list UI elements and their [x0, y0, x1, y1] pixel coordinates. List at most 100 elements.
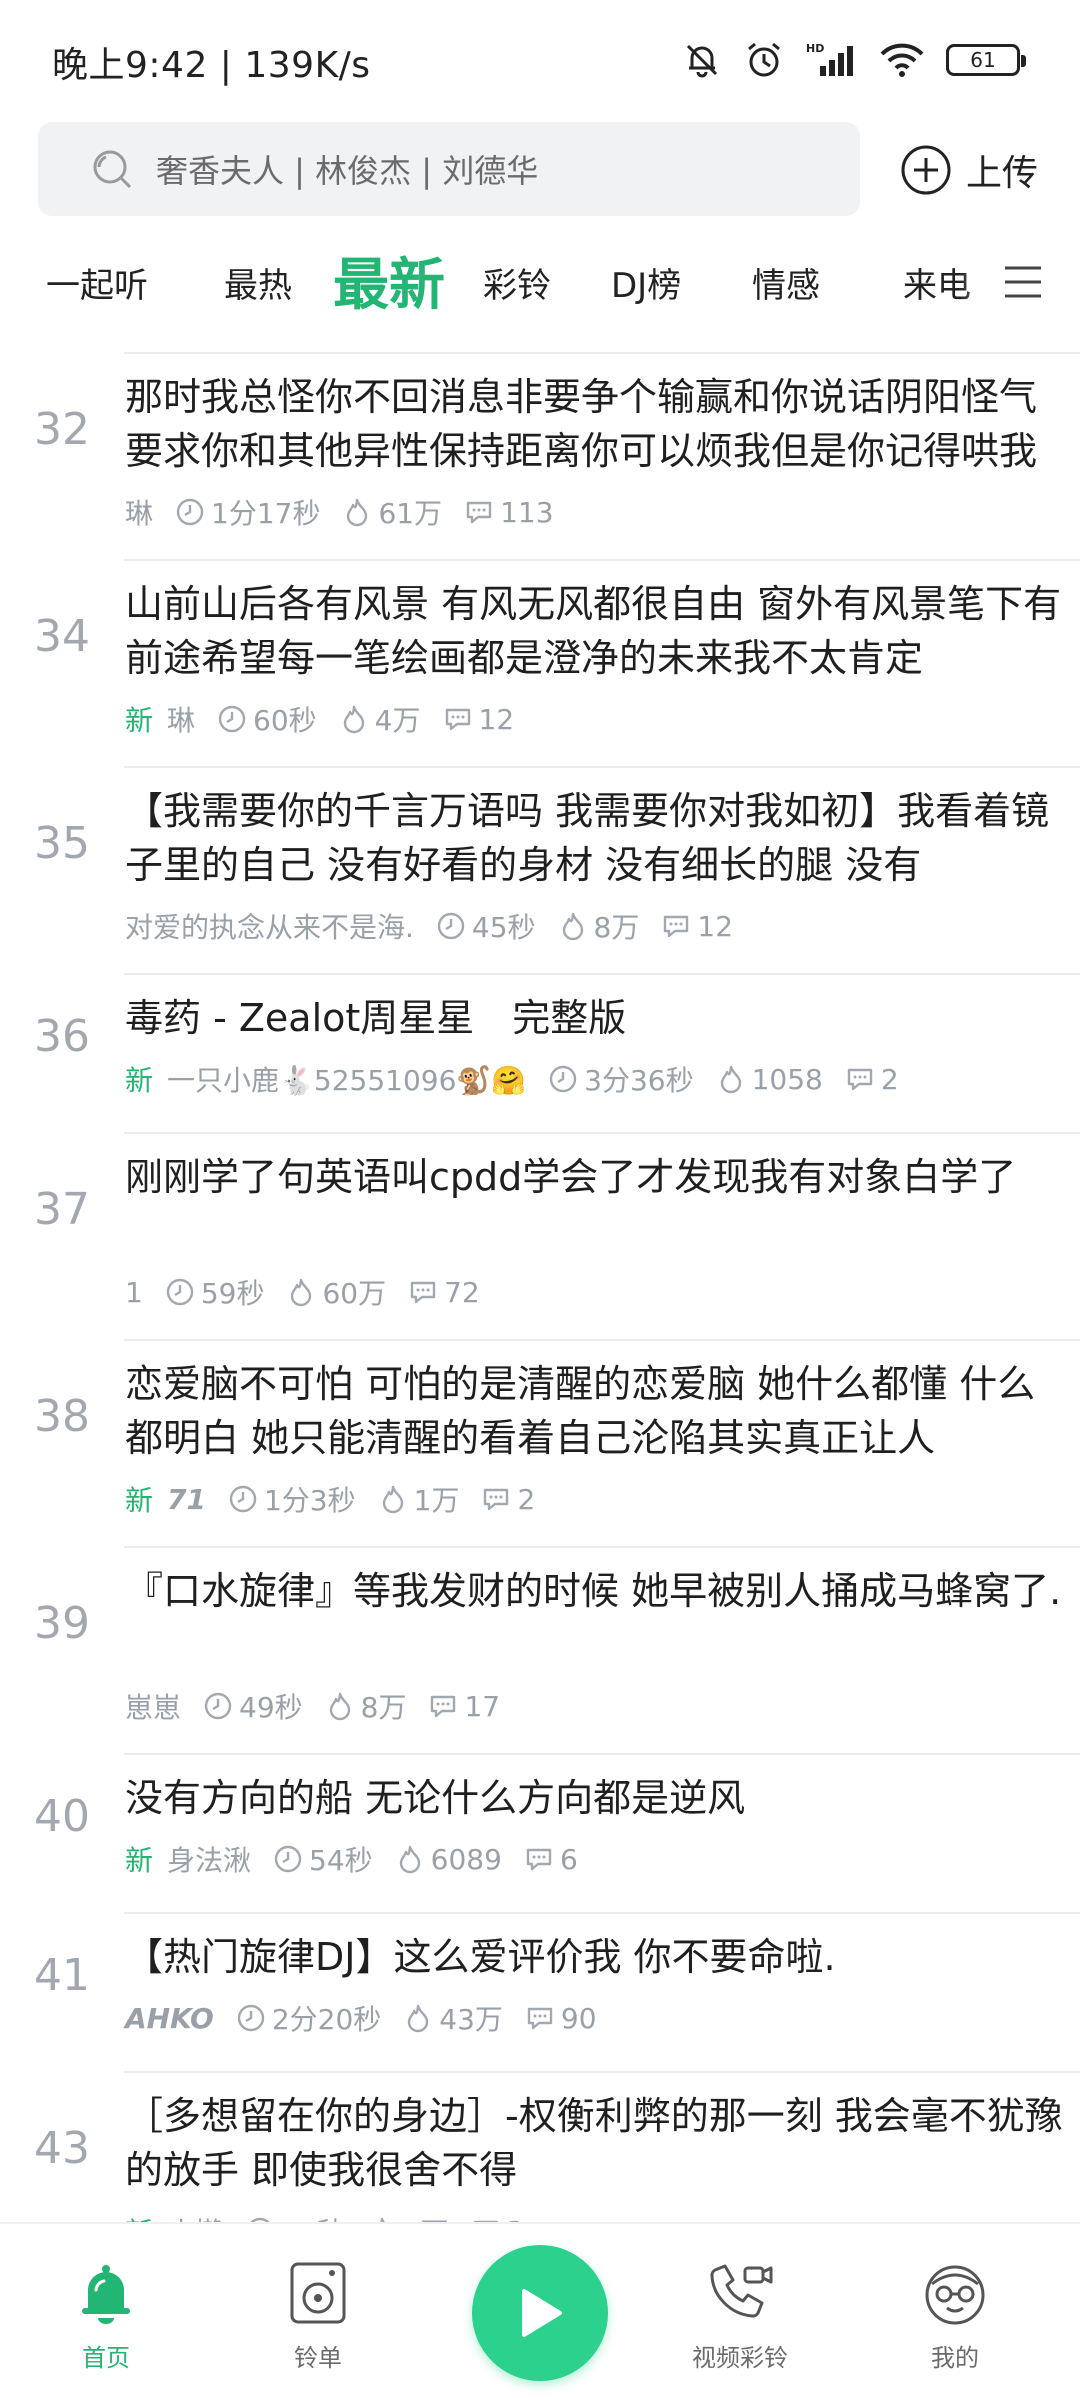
clock-icon [229, 1485, 257, 1513]
upload-label: 上传 [966, 153, 1039, 194]
rank-number: 37 [34, 1184, 90, 1235]
heat-count-stat: 8万 [325, 1686, 406, 1726]
phone-video-icon [710, 2264, 773, 2318]
new-badge: 新 [125, 1064, 154, 1097]
author-name: 一只小鹿🐇52551096🐒🤗 [167, 1064, 527, 1097]
nav-ringlist[interactable]: 铃单 [248, 2260, 388, 2373]
duration-stat: 44秒 [245, 2211, 345, 2222]
comment-count: 2 [517, 1482, 536, 1516]
flame-icon [382, 1485, 403, 1514]
list-item[interactable]: 43 ［多想留在你的身边］-权衡利弊的那一刻 我会毫不犹豫的放手 即使我很舍不得新… [0, 2071, 1080, 2222]
list-item[interactable]: 38 恋爱脑不可怕 可怕的是清醒的恋爱脑 她什么都懂 什么都明白 她只能清醒的看着… [0, 1339, 1080, 1546]
nav-home-label: 首页 [82, 2344, 130, 2372]
heat-count: 1万 [413, 1484, 460, 1517]
list-item[interactable]: 41 【热门旋律DJ】这么爱评价我 你不要命啦. AHKO 2分20秒 43万 90 [0, 1912, 1080, 2071]
item-title: ［多想留在你的身边］-权衡利弊的那一刻 我会毫不犹豫的放手 即使我很舍不得 [125, 2094, 1063, 2192]
item-meta: 新 71 1分3秒 1万 2 [125, 1479, 557, 1519]
hd-signal-icon: HD [806, 42, 853, 76]
avatar-glasses-icon [925, 2265, 985, 2325]
author-name: 身法湫 [167, 1844, 252, 1877]
heat-count: 6089 [430, 1842, 502, 1876]
tab-hottest[interactable]: 最热 [224, 258, 292, 307]
duration: 54秒 [309, 1844, 373, 1877]
duration-stat: 1分3秒 [228, 1479, 356, 1519]
list-item[interactable]: 34 山前山后各有风景 有风无风都很自由 窗外有风景笔下有前途希望每一笔绘画都是澄… [0, 559, 1080, 766]
clock-icon [274, 1845, 302, 1873]
heat-count-stat: 60万 [286, 1272, 386, 1312]
tab-dj-chart[interactable]: DJ榜 [611, 258, 681, 307]
rank-number: 36 [34, 1011, 90, 1062]
flame-icon [720, 1065, 741, 1094]
status-bar: 晚上9:42 | 139K/s HD 61 [0, 0, 1080, 120]
list-item[interactable]: 40 没有方向的船 无论什么方向都是逆风新身法湫 54秒 6089 6 [0, 1753, 1080, 1912]
rank-number: 32 [34, 404, 90, 455]
divider [124, 1132, 1080, 1134]
duration-stat: 49秒 [203, 1686, 303, 1726]
divider [124, 766, 1080, 768]
bell-icon [82, 2265, 130, 2324]
comment-icon [526, 1848, 552, 1871]
comment-icon [431, 1695, 456, 1718]
heat-count-stat: 6089 [395, 1843, 502, 1876]
search-icon [93, 150, 132, 189]
author-name: 琳 [167, 704, 196, 737]
tab-together[interactable]: 一起听 [46, 258, 148, 307]
nav-home[interactable]: 首页 [36, 2260, 176, 2373]
comment-icon [445, 708, 470, 731]
comment-count-stat: 113 [464, 496, 554, 529]
comment-count: 12 [697, 909, 734, 943]
list-item[interactable]: 32 那时我总怪你不回消息非要争个输赢和你说话阴阳怪气要求你和其他异性保持距离你可… [0, 352, 1080, 559]
clock-icon [218, 705, 246, 733]
item-meta: 新琳 60秒 4万 12 [125, 699, 536, 739]
author-name: 崽崽 [125, 1691, 182, 1724]
flame-icon [562, 912, 583, 941]
item-title: 没有方向的船 无论什么方向都是逆风 [125, 1776, 746, 1820]
list-item[interactable]: 39 『口水旋律』等我发财的时候 她早被别人捅成马蜂窝了. 崽崽 49秒 8万 17 [0, 1546, 1080, 1753]
comment-count-stat: 90 [525, 2002, 597, 2035]
duration-stat: 1分17秒 [175, 492, 320, 532]
item-meta: 崽崽 49秒 8万 17 [125, 1686, 522, 1726]
clock-icon [204, 1692, 232, 1720]
rank-number: 38 [34, 1391, 90, 1442]
comment-count: 72 [444, 1275, 480, 1309]
divider [124, 559, 1080, 561]
menu-icon[interactable] [1003, 262, 1043, 302]
divider [124, 1753, 1080, 1755]
status-icons: HD 61 [682, 36, 1026, 84]
item-meta: 新 小懒 44秒 1万 3 [125, 2211, 546, 2222]
heat-count-stat: 1058 [716, 1063, 823, 1096]
item-title: 恋爱脑不可怕 可怕的是清醒的恋爱脑 她什么都懂 什么都明白 她只能清醒的看着自己… [125, 1362, 1036, 1460]
heat-count-stat: 4万 [339, 699, 421, 739]
category-tabs: 一起听 最热 最新 彩铃 DJ榜 情感 来电 [0, 236, 1080, 336]
comment-count-stat: 12 [443, 703, 514, 736]
comment-count: 17 [464, 1689, 501, 1723]
comment-count: 6 [559, 1842, 578, 1876]
list-item[interactable]: 35 【我需要你的千言万语吗 我需要你对我如初】我看着镜子里的自己 没有好看的身材… [0, 766, 1080, 973]
duration: 1分17秒 [211, 497, 321, 530]
nav-mine[interactable]: 我的 [885, 2260, 1025, 2373]
tab-newest[interactable]: 最新 [333, 240, 445, 321]
item-title: 【热门旋律DJ】这么爱评价我 你不要命啦. [125, 1935, 836, 1979]
mute-bell-icon [686, 44, 718, 78]
upload-button[interactable]: 上传 [900, 138, 1038, 202]
duration-stat: 3分36秒 [548, 1059, 694, 1099]
clock-icon [237, 2004, 265, 2032]
nav-video-ringtone[interactable]: 视频彩铃 [670, 2260, 810, 2373]
divider [124, 2071, 1080, 2073]
comment-count-stat: 3 [471, 2215, 524, 2222]
tab-ringtone[interactable]: 彩铃 [483, 258, 551, 307]
item-title: 毒药 - Zealot周星星 完整版 [125, 996, 627, 1040]
search-input[interactable]: 奢香夫人 | 林俊杰 | 刘德华 [38, 122, 860, 216]
item-meta: 新一只小鹿🐇52551096🐒🤗 3分36秒 1058 2 [125, 1059, 921, 1099]
list-item[interactable]: 37 刚刚学了句英语叫cpdd学会了才发现我有对象白学了 1 59秒 60万 72 [0, 1132, 1080, 1339]
tab-emotion[interactable]: 情感 [752, 258, 820, 307]
duration-stat: 45秒 [436, 906, 536, 946]
play-icon [522, 2289, 562, 2337]
duration: 3分36秒 [584, 1064, 694, 1097]
author-name: AHKO [125, 2001, 214, 2035]
flame-icon [343, 705, 364, 734]
comment-count-stat: 17 [428, 1690, 500, 1723]
play-button[interactable] [472, 2245, 608, 2381]
comment-icon [484, 1488, 509, 1511]
list-item[interactable]: 36 毒药 - Zealot周星星 完整版新一只小鹿🐇52551096🐒🤗 3分36… [0, 973, 1080, 1132]
